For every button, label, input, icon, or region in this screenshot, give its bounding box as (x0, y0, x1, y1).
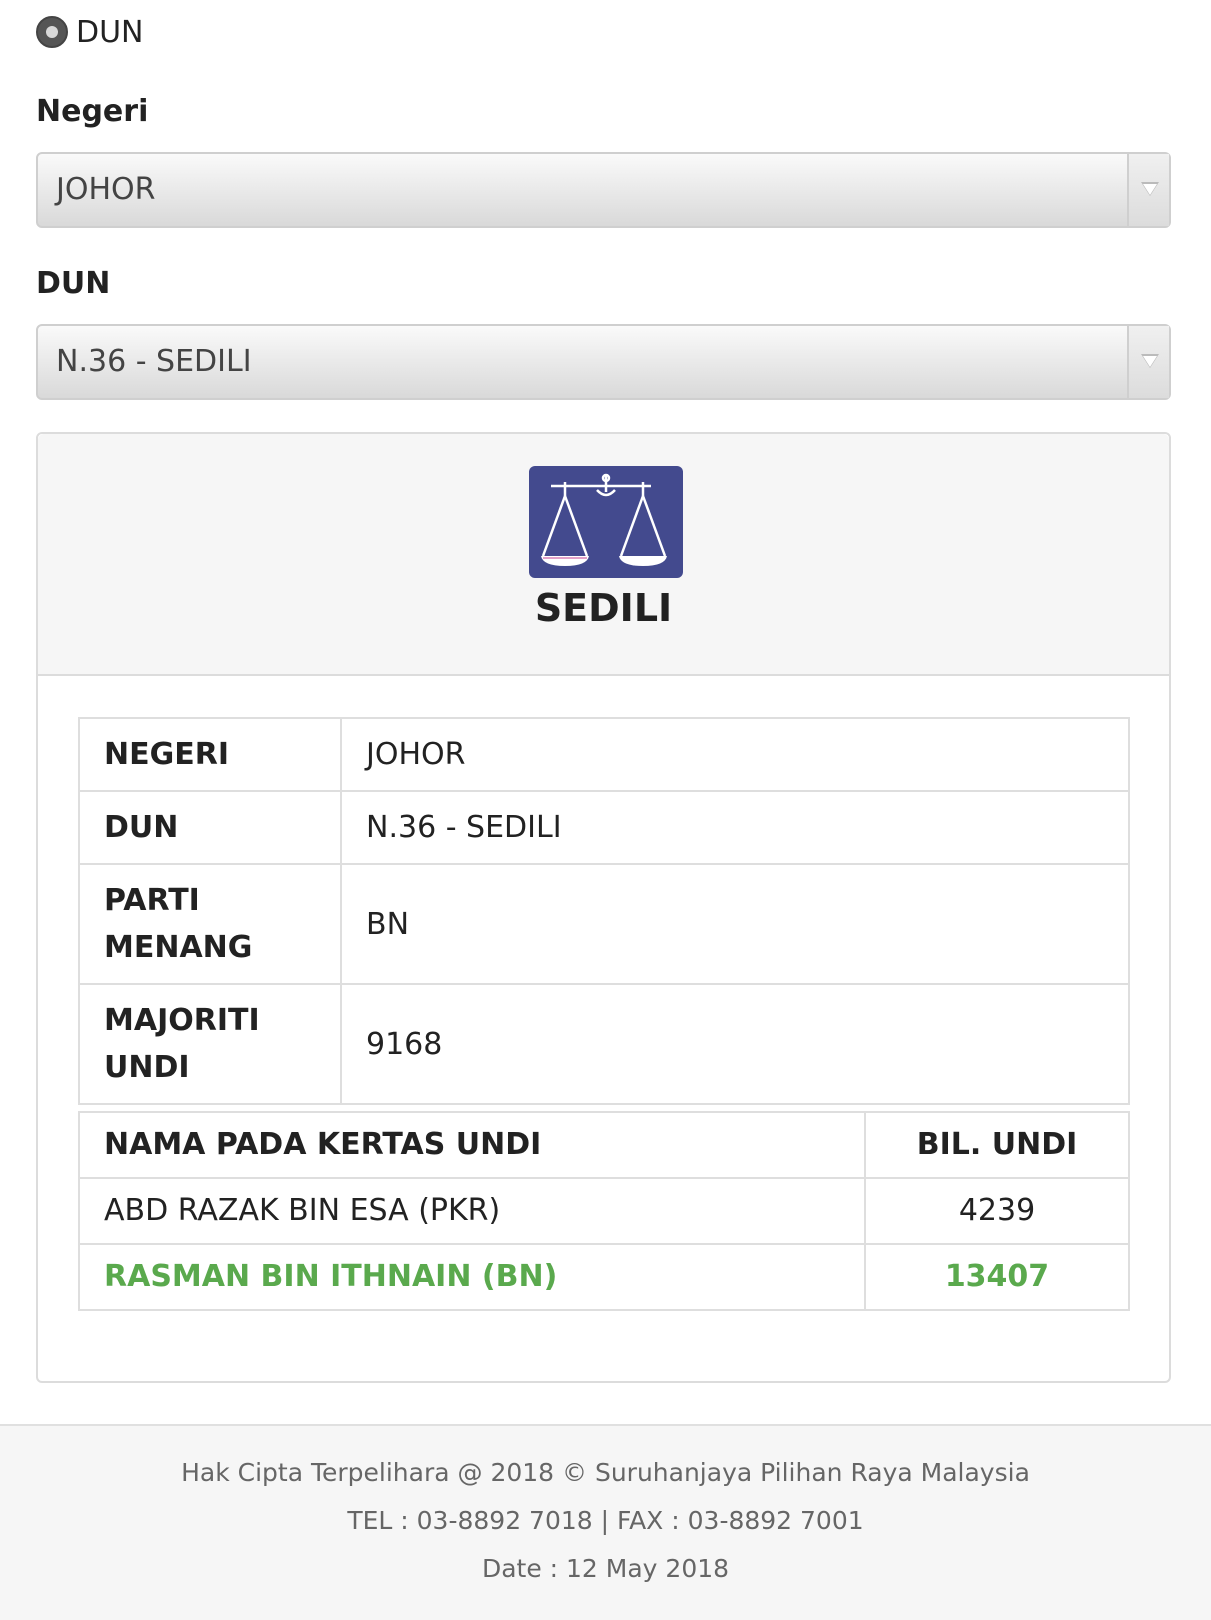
table-row: NEGERI JOHOR (78, 717, 1130, 792)
candidate-votes: 13407 (864, 1243, 1130, 1311)
footer-date: Date : 12 May 2018 (481, 1554, 730, 1583)
radio-button-selected[interactable] (36, 16, 68, 48)
table-row: MAJORITI UNDI 9168 (78, 983, 1130, 1105)
chevron-down-icon[interactable] (1127, 154, 1169, 226)
column-header-name: NAMA PADA KERTAS UNDI (78, 1111, 866, 1179)
candidate-name: RASMAN BIN ITHNAIN (BN) (78, 1243, 866, 1311)
chevron-down-icon[interactable] (1127, 326, 1169, 398)
candidates-table: NAMA PADA KERTAS UNDI BIL. UNDI ABD RAZA… (78, 1111, 1130, 1311)
footer: Hak Cipta Terpelihara @ 2018 © Suruhanja… (0, 1424, 1211, 1620)
summary-key: NEGERI (78, 717, 342, 792)
table-row-winner: RASMAN BIN ITHNAIN (BN) 13407 (78, 1243, 1130, 1311)
dun-select-value: N.36 - SEDILI (56, 344, 252, 379)
table-header-row: NAMA PADA KERTAS UNDI BIL. UNDI (78, 1111, 1130, 1179)
negeri-select-value: JOHOR (56, 172, 156, 207)
dun-label: DUN (36, 266, 111, 301)
dun-select[interactable]: N.36 - SEDILI (36, 324, 1171, 400)
summary-key: MAJORITI UNDI (78, 983, 342, 1105)
summary-value: JOHOR (340, 717, 1130, 792)
summary-key: DUN (78, 790, 342, 865)
negeri-select[interactable]: JOHOR (36, 152, 1171, 228)
negeri-label: Negeri (36, 94, 149, 129)
summary-value: N.36 - SEDILI (340, 790, 1130, 865)
table-row: DUN N.36 - SEDILI (78, 790, 1130, 865)
summary-table: NEGERI JOHOR DUN N.36 - SEDILI PARTI MENANG B… (78, 717, 1130, 1105)
table-row: ABD RAZAK BIN ESA (PKR) 4239 (78, 1177, 1130, 1245)
candidate-votes: 4239 (864, 1177, 1130, 1245)
summary-key: PARTI MENANG (78, 863, 342, 985)
dun-radio-option[interactable]: DUN (36, 14, 144, 50)
scales-of-justice-icon (529, 466, 683, 578)
result-panel: SEDILI NEGERI JOHOR DUN N.36 - SEDILI PARTI … (36, 432, 1171, 1383)
result-panel-header: SEDILI (38, 434, 1169, 676)
candidate-name: ABD RAZAK BIN ESA (PKR) (78, 1177, 866, 1245)
table-row: PARTI MENANG BN (78, 863, 1130, 985)
footer-contact: TEL : 03-8892 7018 | FAX : 03-8892 7001 (347, 1506, 864, 1535)
footer-copyright: Hak Cipta Terpelihara @ 2018 © Suruhanja… (181, 1458, 1030, 1487)
constituency-title: SEDILI (534, 586, 673, 630)
column-header-votes: BIL. UNDI (864, 1111, 1130, 1179)
radio-label: DUN (76, 14, 144, 50)
summary-value: BN (340, 863, 1130, 985)
summary-value: 9168 (340, 983, 1130, 1105)
